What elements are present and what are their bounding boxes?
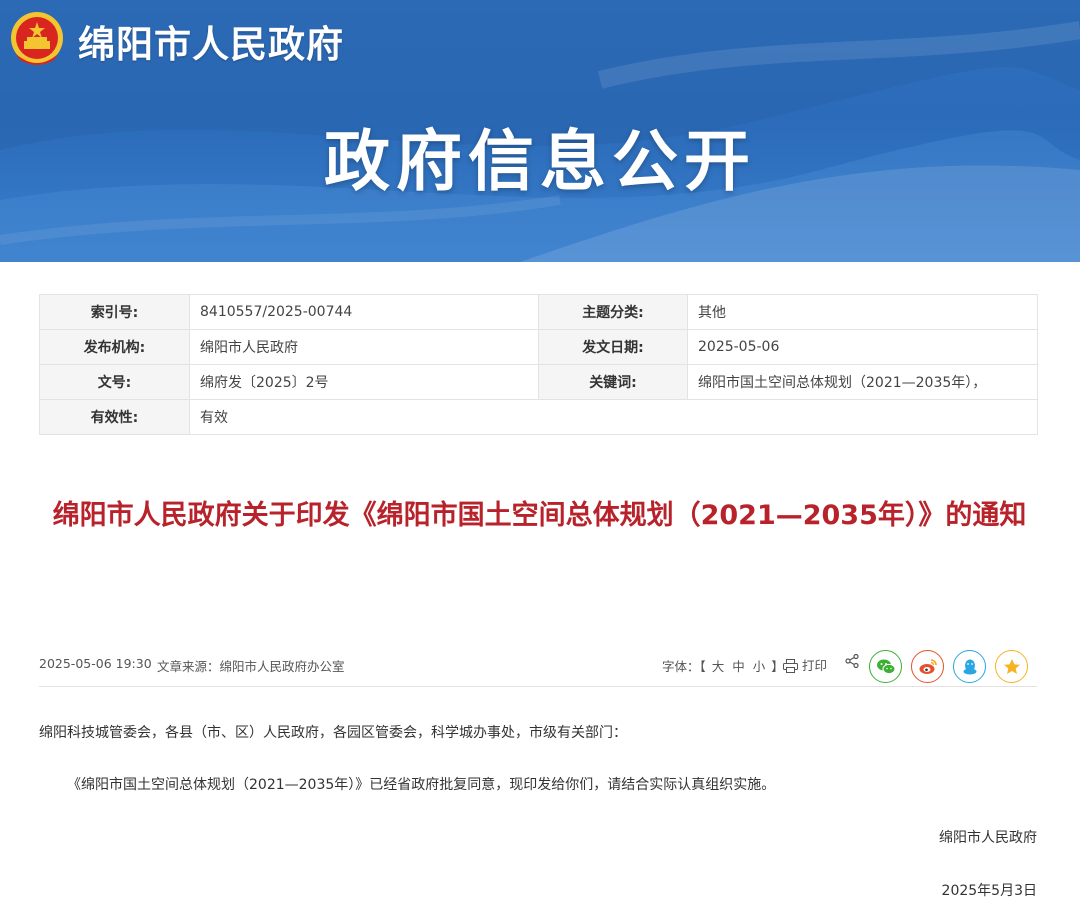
docno-value: 绵府发〔2025〕2号 [189, 364, 539, 400]
share-weibo-button[interactable] [911, 650, 944, 683]
share-favorite-button[interactable] [995, 650, 1028, 683]
issue-date-label: 发文日期: [538, 329, 688, 365]
sign-date: 2025年5月3日 [941, 883, 1037, 899]
content-card: 索引号: 8410557/2025-00744 主题分类: 其他 发布机构: 绵… [8, 262, 1071, 904]
banner-title: 政府信息公开 [324, 123, 756, 200]
topic-label: 主题分类: [538, 294, 688, 330]
font-bracket-close: 】 [771, 659, 784, 674]
font-large-button[interactable]: 大 [712, 659, 725, 674]
font-size-label: 字体：【 [662, 659, 706, 674]
index-value: 8410557/2025-00744 [189, 294, 539, 330]
keywords-label: 关键词: [538, 364, 688, 400]
salutation: 绵阳科技城管委会，各县（市、区）人民政府，各园区管委会，科学城办事处，市级有关部… [39, 725, 627, 741]
share-icon[interactable] [845, 654, 859, 668]
publisher-value: 绵阳市人民政府 [189, 329, 539, 365]
wechat-icon [877, 659, 896, 675]
header-banner: 绵阳市人民政府 政府信息公开 [0, 0, 1080, 262]
table-row: 索引号: 8410557/2025-00744 主题分类: 其他 [39, 294, 1038, 330]
issue-date-value: 2025-05-06 [687, 329, 1038, 365]
table-row: 发布机构: 绵阳市人民政府 发文日期: 2025-05-06 [39, 329, 1038, 365]
document-metadata-table: 索引号: 8410557/2025-00744 主题分类: 其他 发布机构: 绵… [39, 294, 1038, 435]
article-source: 文章来源：绵阳市人民政府办公室 [157, 659, 345, 674]
print-button[interactable]: 打印 [783, 655, 827, 674]
body-paragraph: 《绵阳市国土空间总体规划（2021—2035年）》已经省政府批复同意，现印发给你… [67, 777, 776, 793]
article-info-bar: 2025-05-06 19:30 文章来源：绵阳市人民政府办公室 字体：【 大 … [39, 644, 1037, 687]
publisher-label: 发布机构: [39, 329, 190, 365]
publish-datetime: 2025-05-06 19:30 [39, 656, 152, 671]
keywords-value: 绵阳市国土空间总体规划（2021—2035年）， [687, 364, 1038, 400]
validity-label: 有效性: [39, 399, 190, 435]
weibo-icon [919, 659, 937, 674]
article-title: 绵阳市人民政府关于印发《绵阳市国土空间总体规划（2021—2035年）》的通知 [52, 500, 1027, 531]
qq-icon [963, 659, 977, 675]
font-small-button[interactable]: 小 [753, 659, 766, 674]
topic-value: 其他 [687, 294, 1038, 330]
share-qq-button[interactable] [953, 650, 986, 683]
table-row: 有效性: 有效 [39, 399, 1038, 435]
star-icon [1004, 659, 1020, 674]
share-wechat-button[interactable] [869, 650, 902, 683]
signature: 绵阳市人民政府 [939, 830, 1037, 846]
validity-value: 有效 [189, 399, 1038, 435]
printer-icon [783, 659, 798, 673]
site-name[interactable]: 绵阳市人民政府 [78, 14, 344, 68]
table-row: 文号: 绵府发〔2025〕2号 关键词: 绵阳市国土空间总体规划（2021—20… [39, 364, 1038, 400]
font-medium-button[interactable]: 中 [732, 659, 745, 674]
font-size-selector: 字体：【 大 中 小 】 [662, 656, 784, 675]
docno-label: 文号: [39, 364, 190, 400]
print-label: 打印 [802, 658, 828, 673]
index-label: 索引号: [39, 294, 190, 330]
national-emblem-icon [11, 12, 63, 65]
